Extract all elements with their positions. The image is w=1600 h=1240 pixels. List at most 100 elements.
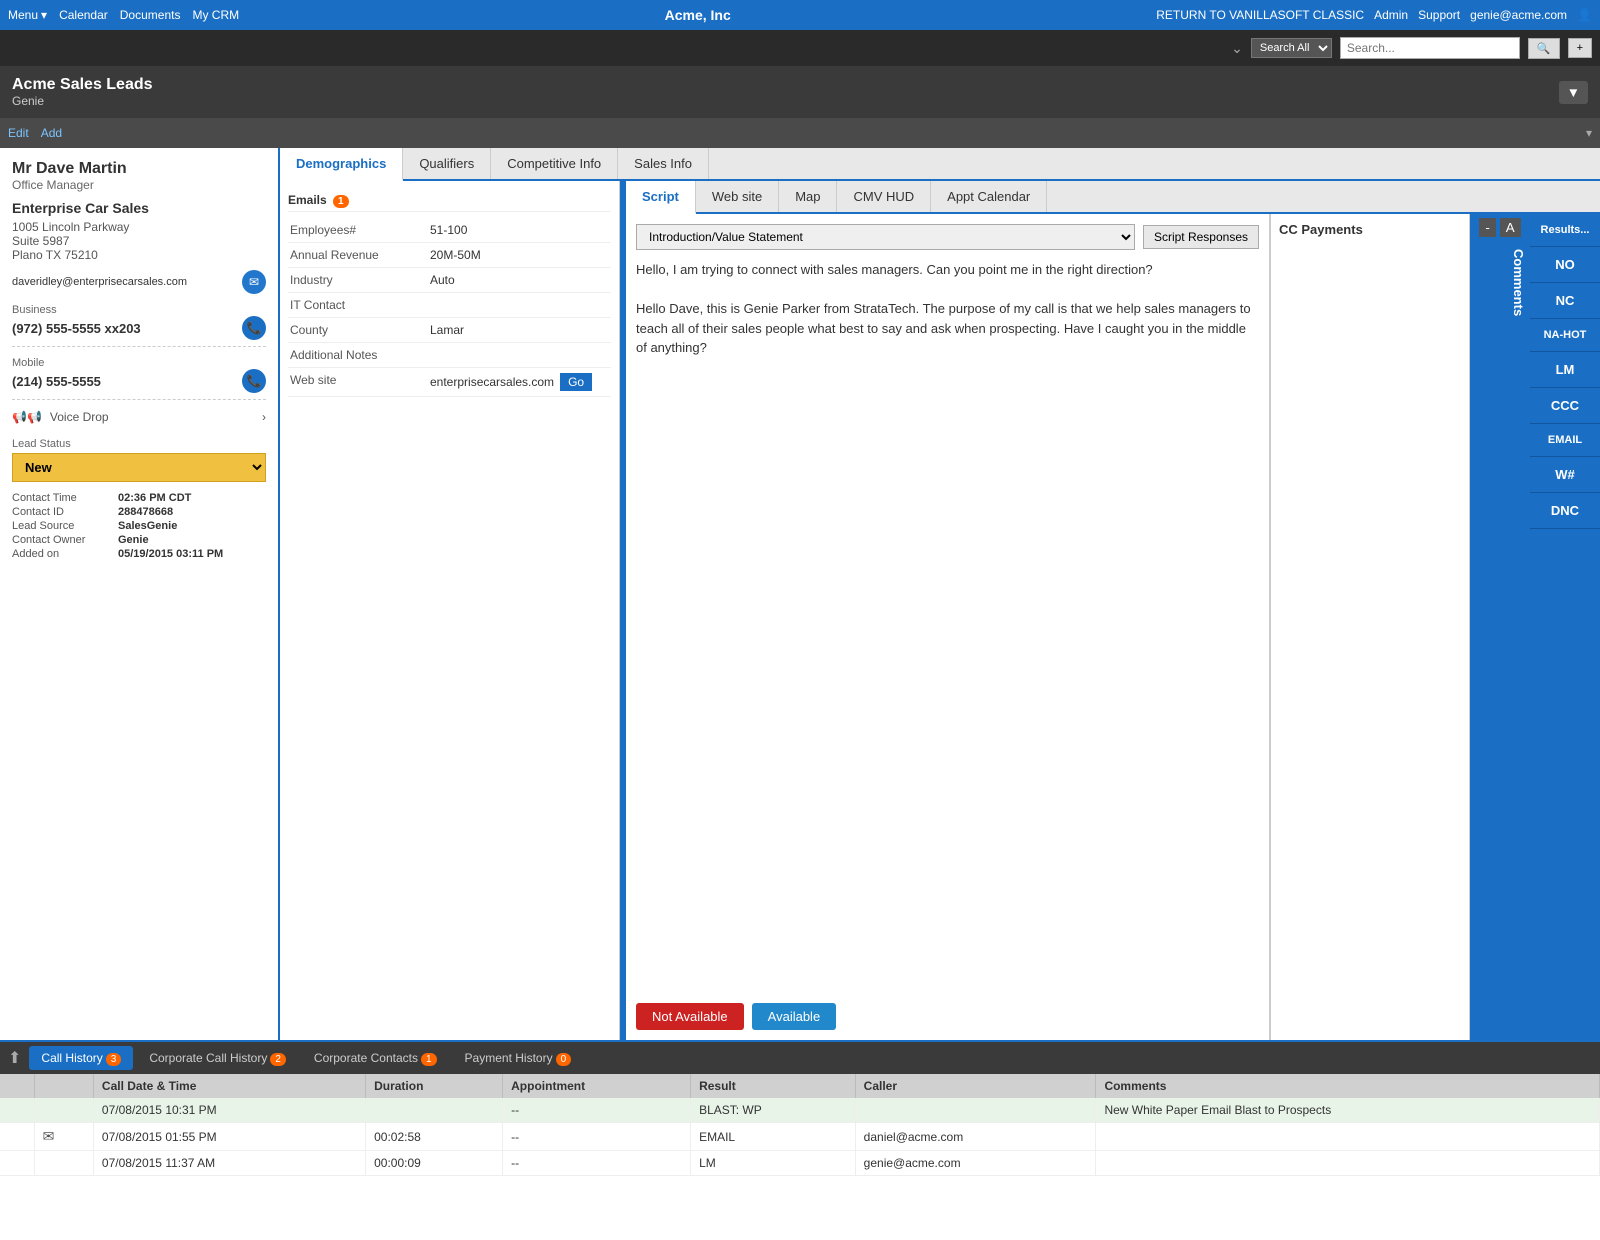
table-header-row: Call Date & Time Duration Appointment Re… <box>0 1074 1600 1098</box>
tab-competitive-info[interactable]: Competitive Info <box>491 148 618 179</box>
contact-id-label: Contact ID <box>12 506 112 518</box>
voicedrop-icon: 📢📢 <box>12 410 42 424</box>
demo-row-notes: Additional Notes <box>288 343 611 368</box>
company-name: Enterprise Car Sales <box>12 200 266 216</box>
row2-appointment: -- <box>503 1123 691 1151</box>
available-button[interactable]: Available <box>752 1003 837 1030</box>
email-button[interactable]: ✉ <box>242 270 266 294</box>
documents-link[interactable]: Documents <box>120 8 181 22</box>
script-tabs-bar: Script Web site Map CMV HUD Appt Calenda… <box>626 181 1600 214</box>
address-city: Plano TX 75210 <box>12 248 266 262</box>
demo-row-county: County Lamar <box>288 318 611 343</box>
not-available-button[interactable]: Not Available <box>636 1003 744 1030</box>
comments-tab-label[interactable]: Comments <box>1470 241 1530 1040</box>
contact-meta: Contact Time 02:36 PM CDT Contact ID 288… <box>12 492 266 560</box>
script-text: Hello, I am trying to connect with sales… <box>636 260 1259 987</box>
row3-result: LM <box>691 1151 856 1176</box>
row1-appointment: -- <box>503 1098 691 1123</box>
admin-link[interactable]: Admin <box>1374 8 1408 22</box>
result-btn-lm[interactable]: LM <box>1530 352 1600 388</box>
calendar-link[interactable]: Calendar <box>59 8 108 22</box>
demo-row-website: Web site enterprisecarsales.com Go <box>288 368 611 397</box>
voice-drop-label: Voice Drop <box>50 410 109 424</box>
bottom-tabs-bar: ⬆ Call History3 Corporate Call History2 … <box>0 1042 1600 1074</box>
left-panel: Mr Dave Martin Office Manager Enterprise… <box>0 148 280 1040</box>
company-title: Acme, Inc <box>665 7 731 23</box>
business-phone-number: (972) 555-5555 xx203 <box>12 321 141 336</box>
edit-link[interactable]: Edit <box>8 126 29 140</box>
script-paragraph2: Hello Dave, this is Genie Parker from St… <box>636 299 1259 358</box>
search-add-button[interactable]: + <box>1568 38 1592 58</box>
result-btn-dnc[interactable]: DNC <box>1530 493 1600 529</box>
comments-minus-button[interactable]: - <box>1479 218 1495 237</box>
search-button[interactable]: 🔍 <box>1528 38 1560 59</box>
lead-status-select[interactable]: New <box>12 453 266 482</box>
contact-time-value: 02:36 PM CDT <box>118 492 266 504</box>
revenue-label: Annual Revenue <box>290 248 430 262</box>
app-title: Acme Sales Leads <box>12 76 153 94</box>
return-link[interactable]: RETURN TO VANILLASOFT CLASSIC <box>1156 8 1364 22</box>
business-call-button[interactable]: 📞 <box>242 316 266 340</box>
address-line2: Suite 5987 <box>12 234 266 248</box>
menu-label: Menu <box>8 8 38 22</box>
row2-icon1 <box>0 1123 34 1151</box>
result-btn-wnum[interactable]: W# <box>1530 457 1600 493</box>
row3-appointment: -- <box>503 1151 691 1176</box>
bottom-tab-call-history[interactable]: Call History3 <box>29 1046 133 1070</box>
tab-sales-info[interactable]: Sales Info <box>618 148 709 179</box>
bottom-tab-corporate-call-history[interactable]: Corporate Call History2 <box>137 1046 298 1070</box>
tab-appt-calendar[interactable]: Appt Calendar <box>931 181 1047 212</box>
content-area: Emails 1 Employees# 51-100 Annual Revenu… <box>280 181 1600 1040</box>
tab-website[interactable]: Web site <box>696 181 779 212</box>
search-icon: ⌄ <box>1231 40 1243 57</box>
search-input[interactable] <box>1340 37 1520 59</box>
email-row: daveridley@enterprisecarsales.com ✉ <box>12 270 266 294</box>
website-go-button[interactable]: Go <box>560 373 592 391</box>
script-dropdown[interactable]: Introduction/Value Statement <box>636 224 1135 250</box>
demo-row-revenue: Annual Revenue 20M-50M <box>288 243 611 268</box>
user-icon: 👤 <box>1577 8 1592 22</box>
search-scope-select[interactable]: Search All <box>1251 38 1332 58</box>
tab-map[interactable]: Map <box>779 181 837 212</box>
tab-qualifiers[interactable]: Qualifiers <box>403 148 491 179</box>
tab-script[interactable]: Script <box>626 181 696 214</box>
col-result: Result <box>691 1074 856 1098</box>
tab-demographics[interactable]: Demographics <box>280 148 403 181</box>
result-btn-na-hot[interactable]: NA-HOT <box>1530 319 1600 352</box>
business-phone-label: Business <box>12 304 266 316</box>
payment-history-badge: 0 <box>556 1053 572 1066</box>
mycrm-link[interactable]: My CRM <box>192 8 239 22</box>
contact-owner-label: Contact Owner <box>12 534 112 546</box>
result-btn-nc[interactable]: NC <box>1530 283 1600 319</box>
row1-duration <box>366 1098 503 1123</box>
result-btn-ccc[interactable]: CCC <box>1530 388 1600 424</box>
tab-cmv-hud[interactable]: CMV HUD <box>837 181 931 212</box>
employees-value: 51-100 <box>430 223 609 237</box>
row3-datetime: 07/08/2015 11:37 AM <box>93 1151 365 1176</box>
add-link[interactable]: Add <box>41 126 62 140</box>
bottom-collapse-icon[interactable]: ⬆ <box>8 1048 21 1068</box>
emails-badge: 1 <box>333 195 349 208</box>
bottom-tab-payment-history[interactable]: Payment History0 <box>453 1046 584 1070</box>
app-subtitle: Genie <box>12 94 153 108</box>
result-btn-no[interactable]: NO <box>1530 247 1600 283</box>
support-link[interactable]: Support <box>1418 8 1460 22</box>
collapse-button[interactable]: ▼ <box>1559 81 1588 104</box>
table-row: ✉ 07/08/2015 01:55 PM 00:02:58 -- EMAIL … <box>0 1123 1600 1151</box>
emails-header: Emails 1 <box>288 189 611 212</box>
voice-drop-row[interactable]: 📢📢 Voice Drop › <box>12 406 266 428</box>
result-btn-email[interactable]: EMAIL <box>1530 424 1600 457</box>
row2-result: EMAIL <box>691 1123 856 1151</box>
col-call-date-time: Call Date & Time <box>93 1074 365 1098</box>
col-comments: Comments <box>1096 1074 1600 1098</box>
menu-dropdown[interactable]: Menu ▾ <box>8 8 47 22</box>
user-email: genie@acme.com <box>1470 8 1567 22</box>
row3-icon2 <box>34 1151 93 1176</box>
script-responses-button[interactable]: Script Responses <box>1143 225 1259 249</box>
demo-row-it-contact: IT Contact <box>288 293 611 318</box>
comments-a-button[interactable]: A <box>1500 218 1521 237</box>
result-btn-results[interactable]: Results... <box>1530 214 1600 247</box>
mobile-call-button[interactable]: 📞 <box>242 369 266 393</box>
industry-value: Auto <box>430 273 609 287</box>
bottom-tab-corporate-contacts[interactable]: Corporate Contacts1 <box>302 1046 449 1070</box>
